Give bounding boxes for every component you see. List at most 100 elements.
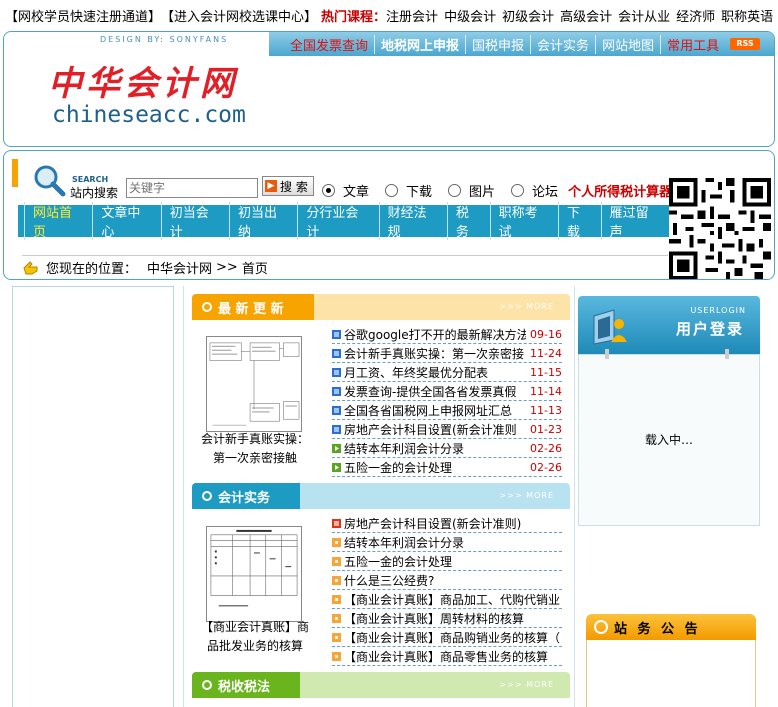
- list-item[interactable]: 五险一金的会计处理 02-26: [332, 458, 562, 477]
- quick-register-link[interactable]: 【网校学员快速注册通道】: [5, 6, 161, 25]
- document-icon: [332, 405, 341, 415]
- practice-thumbnail[interactable]: [206, 526, 302, 622]
- radio-forum[interactable]: [511, 184, 525, 197]
- site-logo-en[interactable]: chineseacc.com: [52, 102, 246, 128]
- list-item[interactable]: 月工资、年终奖最优分配表 11-15: [332, 363, 562, 382]
- search-label-cn: 站内搜索: [70, 186, 119, 200]
- nav-beginner-cashier[interactable]: 初当出纳: [229, 202, 297, 240]
- course-link-cpa[interactable]: 注册会计: [386, 6, 438, 25]
- list-item-date: 01-23: [530, 422, 562, 436]
- latest-section-title: 最 新 更 新: [218, 301, 284, 317]
- list-item[interactable]: 【商业会计真账】商品零售业务的核算: [332, 647, 562, 666]
- nav-articles[interactable]: 文章中心: [92, 202, 160, 240]
- nav-invoice-query[interactable]: 全国发票查询: [284, 35, 374, 54]
- search-button[interactable]: ▶ 搜 索: [262, 176, 314, 196]
- course-link-senior[interactable]: 高级会计: [560, 6, 612, 25]
- login-loading-text: 载入中…: [644, 433, 693, 447]
- list-item[interactable]: 会计新手真账实操：第一次亲密接 11-24: [332, 344, 562, 363]
- content-column: 最 新 更 新 >>> MORE 会计新手真账实操：第一次亲密接触 谷歌goog…: [183, 286, 575, 707]
- practice-more-link[interactable]: >>> MORE: [500, 491, 554, 500]
- login-header: USERLOGIN 用户登录: [578, 296, 760, 354]
- list-item-date: 11-13: [530, 403, 562, 417]
- course-link-intermediate[interactable]: 中级会计: [444, 6, 496, 25]
- tax-more-link[interactable]: >>> MORE: [500, 680, 554, 689]
- user-login-icon: [593, 309, 627, 345]
- search-nav-box: SEARCH 站内搜索 ▶ 搜 索 文章 下载 图片 论坛 个人所得税计算器 网…: [3, 150, 775, 280]
- nav-national-tax[interactable]: 国税申报: [465, 34, 530, 54]
- nav-beginner-accounting[interactable]: 初当会计: [160, 202, 229, 240]
- course-link-english[interactable]: 职称英语: [721, 6, 773, 25]
- list-item[interactable]: 【商业会计真账】商品加工、代购代销业: [332, 590, 562, 609]
- design-credit: DESIGN BY: SONYFANS: [100, 35, 229, 44]
- list-item-date: 02-26: [530, 460, 562, 474]
- bullet-icon: [332, 632, 341, 642]
- section-bullet-icon: [202, 680, 212, 690]
- radio-download[interactable]: [385, 184, 399, 197]
- bullet-icon: [332, 613, 341, 623]
- nav-guestbook[interactable]: 雁过留声: [600, 202, 670, 240]
- practice-thumbnail-caption[interactable]: 【商业会计真账】商品批发业务的核算: [198, 618, 312, 656]
- practice-section-tab: 会计实务: [192, 483, 301, 509]
- notice-header: 站 务 公 告: [586, 614, 756, 640]
- orange-tab-marker: [12, 159, 18, 187]
- arrow-bullet-icon: [332, 443, 341, 453]
- breadcrumb-separator: >>: [216, 260, 238, 275]
- section-bullet-icon: [202, 491, 212, 501]
- list-item[interactable]: 什么是三公经费?: [332, 571, 562, 590]
- course-link-junior[interactable]: 初级会计: [502, 6, 554, 25]
- bullet-icon: [332, 537, 341, 547]
- document-icon: [332, 329, 341, 339]
- latest-thumbnail-caption[interactable]: 会计新手真账实操：第一次亲密接触: [198, 430, 312, 468]
- radio-article[interactable]: [322, 184, 335, 197]
- nav-local-tax[interactable]: 地税网上申报: [374, 34, 465, 54]
- list-item[interactable]: 房地产会计科目设置(新会计准则): [332, 514, 562, 533]
- list-item[interactable]: 结转本年利润会计分录: [332, 533, 562, 552]
- breadcrumb-site[interactable]: 中华会计网: [147, 258, 212, 277]
- nav-finance-law[interactable]: 财经法规: [378, 202, 447, 240]
- breadcrumb-prefix: 您现在的位置：: [46, 262, 138, 277]
- list-item[interactable]: 五险一金的会计处理: [332, 552, 562, 571]
- nav-tax[interactable]: 税务: [446, 202, 490, 240]
- login-title-en: USERLOGIN: [690, 306, 746, 315]
- list-item[interactable]: 房地产会计科目设置(新会计准则 01-23: [332, 420, 562, 439]
- list-item-title: 谷歌google打不开的最新解决方法: [344, 327, 527, 342]
- list-item-date: 11-14: [530, 384, 562, 398]
- search-label-en: SEARCH: [72, 175, 109, 184]
- course-link-practitioner[interactable]: 会计从业: [618, 6, 670, 25]
- list-item[interactable]: 【商业会计真账】商品购销业务的核算（: [332, 628, 562, 647]
- nav-accounting-practice[interactable]: 会计实务: [530, 34, 595, 54]
- nav-exams[interactable]: 职称考试: [489, 202, 558, 240]
- list-item-date: 02-26: [530, 441, 562, 455]
- bullet-icon: [332, 556, 341, 566]
- nav-home[interactable]: 网站首页: [24, 202, 92, 240]
- search-input[interactable]: [126, 178, 258, 198]
- latest-thumbnail[interactable]: [206, 336, 302, 432]
- list-item-title: 结转本年利润会计分录: [344, 535, 465, 550]
- tax-section-header: 税收税法 >>> MORE: [192, 672, 570, 698]
- list-item[interactable]: 【商业会计真账】周转材料的核算: [332, 609, 562, 628]
- course-center-link[interactable]: 【进入会计网校选课中心】: [161, 6, 317, 25]
- list-item[interactable]: 结转本年利润会计分录 02-26: [332, 439, 562, 458]
- nav-sitemap[interactable]: 网站地图: [595, 34, 660, 54]
- radio-forum-label: 论坛: [532, 185, 559, 200]
- section-bullet-icon: [202, 302, 212, 312]
- list-item[interactable]: 发票查询-提供全国各省发票真假 11-14: [332, 382, 562, 401]
- radio-image[interactable]: [448, 184, 462, 197]
- latest-more-link[interactable]: >>> MORE: [500, 302, 554, 311]
- rss-icon[interactable]: RSS: [730, 38, 760, 50]
- course-link-economist[interactable]: 经济师: [676, 6, 715, 25]
- search-scope-radios: 文章 下载 图片 论坛 个人所得税计算器: [322, 181, 672, 200]
- list-item[interactable]: 谷歌google打不开的最新解决方法 09-16: [332, 325, 562, 344]
- tax-section-tab: 税收税法: [192, 672, 301, 698]
- list-item[interactable]: 全国各省国税网上申报网址汇总 11-13: [332, 401, 562, 420]
- list-item-title: 会计新手真账实操：第一次亲密接: [344, 346, 525, 361]
- nav-downloads[interactable]: 下载: [557, 202, 601, 240]
- nav-industry-accounting[interactable]: 分行业会计: [297, 202, 378, 240]
- tax-calculator-link[interactable]: 个人所得税计算器: [568, 181, 672, 200]
- search-arrow-icon: ▶: [265, 180, 277, 192]
- arrow-bullet-icon: [332, 462, 341, 472]
- right-sidebar: USERLOGIN 用户登录 载入中… 站 务 公 告: [578, 296, 760, 707]
- site-logo-cn[interactable]: 中华会计网: [48, 56, 238, 105]
- nav-tools[interactable]: 常用工具: [660, 34, 725, 54]
- document-icon: [332, 386, 341, 396]
